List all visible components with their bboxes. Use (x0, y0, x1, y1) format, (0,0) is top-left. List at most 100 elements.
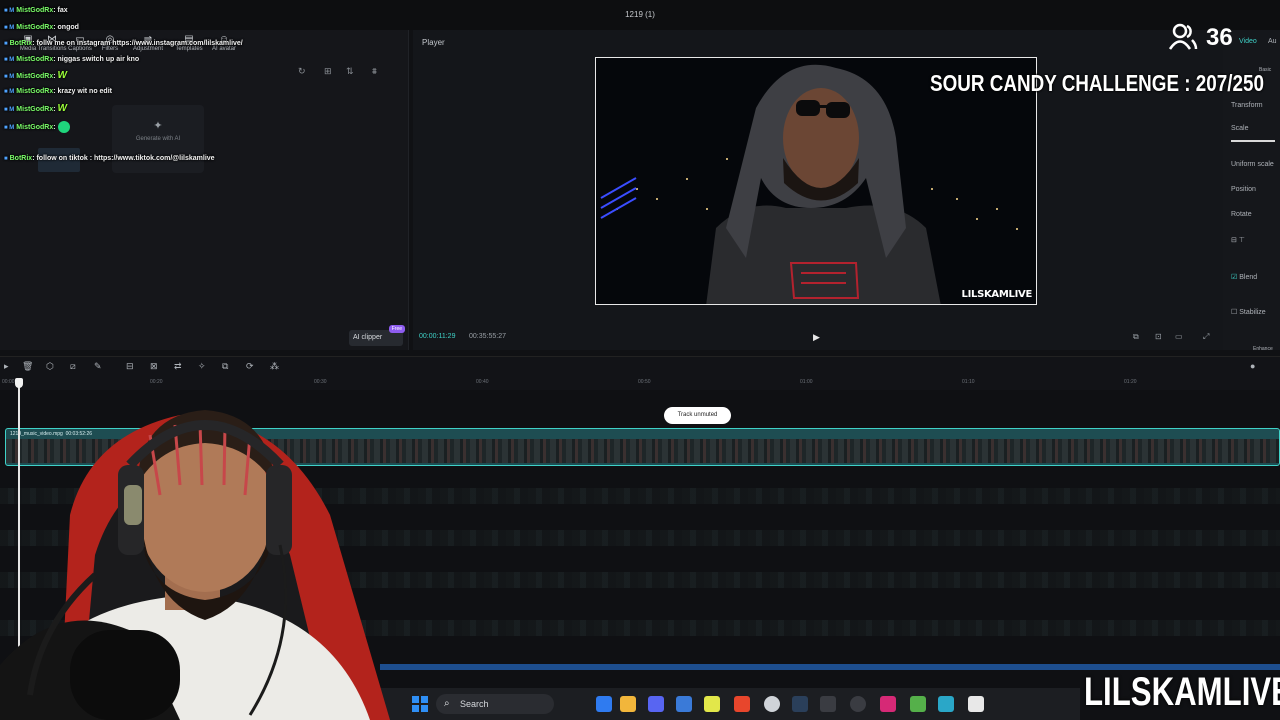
reverse-icon[interactable]: ⇄ (174, 361, 182, 372)
badge-icon: ■ M (4, 107, 15, 113)
notepad-icon[interactable] (938, 696, 954, 712)
chat-message: ■ M MistGodRx: niggas switch up air kno (4, 56, 140, 63)
chat-message: ■ BotRix: follow on tiktok : https://www.… (4, 155, 215, 162)
app-icon[interactable] (910, 696, 926, 712)
rotate-icon[interactable]: ⟳ (246, 361, 254, 372)
badge-icon: ■ (4, 41, 8, 47)
chat-message: ■ M MistGodRx: (4, 121, 70, 133)
chat-message: ■ M MistGodRx: W (4, 70, 67, 81)
ratio-icon[interactable]: ▭ (1175, 332, 1183, 341)
scale-label: Scale (1231, 125, 1249, 132)
mirror-icon[interactable]: ⧉ (222, 361, 228, 372)
capcut-icon[interactable] (968, 696, 984, 712)
discord-icon[interactable] (648, 696, 664, 712)
ruler-tick: 00:00 (2, 379, 15, 385)
badge-icon: ■ M (4, 25, 15, 31)
enhance-label: Enhance (1253, 346, 1273, 352)
rotate-label: Rotate (1231, 211, 1252, 218)
fullscreen-preview-icon[interactable]: ⧉ (1133, 332, 1139, 342)
sort-icon[interactable]: ⇅ (346, 66, 354, 77)
tab-video[interactable]: Video (1239, 38, 1257, 45)
chat-message: ■ M MistGodRx: krazy wit no edit (4, 88, 112, 95)
marker-icon[interactable]: ⬡ (46, 361, 54, 372)
badge-icon: ■ M (4, 57, 15, 63)
ruler-tick: 01:20 (1124, 379, 1137, 385)
microphone-icon[interactable]: ● (1250, 361, 1255, 371)
transform-label: Transform (1231, 102, 1263, 109)
tab-audio[interactable]: Au (1268, 38, 1277, 45)
steam-icon[interactable] (792, 696, 808, 712)
w-emote: W (57, 70, 67, 81)
video-watermark: LILSKAMLIVE (961, 289, 1033, 300)
ruler-tick: 00:30 (314, 379, 327, 385)
playhead-handle[interactable] (15, 378, 23, 388)
select-icon[interactable]: ▸ (4, 361, 9, 372)
grid-view-icon[interactable]: ⊞ (324, 66, 332, 77)
more-icon[interactable]: ⁂ (270, 361, 279, 372)
viewer-count-number: 36 (1206, 24, 1233, 51)
position-label: Position (1231, 186, 1256, 193)
badge-icon: ■ M (4, 89, 15, 95)
align-icon[interactable]: ⊟ ⊤ (1231, 236, 1245, 244)
chat-message: ■ M MistGodRx: fax (4, 7, 68, 14)
track-unmuted-toast: Track unmuted (664, 407, 731, 424)
player-title: Player (422, 38, 445, 47)
crop-icon[interactable]: ⧄ (70, 361, 76, 372)
badge-icon: ■ M (4, 8, 15, 14)
taskbar: ⌕ Search (380, 688, 1080, 720)
scale-slider[interactable] (1231, 140, 1275, 142)
viewers-icon (1168, 23, 1198, 50)
magic-icon[interactable]: ✧ (198, 361, 206, 372)
checkbox-icon: ☑ (1231, 274, 1238, 281)
ruler-tick: 01:00 (800, 379, 813, 385)
play-button[interactable]: ▶ (813, 332, 820, 343)
uniform-scale-label: Uniform scale (1231, 161, 1274, 168)
viewer-count: 36 (1168, 22, 1233, 56)
windows-start-icon[interactable] (412, 696, 428, 712)
ai-clipper-button[interactable]: AI clipper Free (349, 325, 405, 346)
chat-message: ■ M MistGodRx: ongod (4, 24, 79, 31)
expand-icon[interactable]: ⤢ (1203, 332, 1209, 342)
ai-clipper-label: AI clipper (353, 334, 383, 341)
badge-icon: ■ (4, 156, 8, 162)
4k-icon[interactable] (850, 696, 866, 712)
ruler-tick: 00:50 (638, 379, 651, 385)
timeline-toolbar: ▸ 🗑︎ ⬡ ⧄ ✎ ⊟ ⊠ ⇄ ✧ ⧉ ⟳ ⁂ ● (0, 356, 1280, 376)
freeze-icon[interactable]: ⊠ (150, 361, 158, 372)
current-time: 00:00:11:29 (419, 333, 456, 340)
challenge-counter: SOUR CANDY CHALLENGE : 207/250 (930, 70, 1264, 96)
copilot-icon[interactable] (596, 696, 612, 712)
store-icon[interactable] (676, 696, 692, 712)
brave-icon[interactable] (734, 696, 750, 712)
badge-icon: ■ M (4, 74, 15, 80)
stream-chat: ■ M MistGodRx: fax ■ M MistGodRx: ongod ■ B… (0, 4, 300, 174)
instagram-icon[interactable] (880, 696, 896, 712)
app-icon[interactable] (704, 696, 720, 712)
taskbar-search[interactable]: ⌕ Search (436, 694, 554, 714)
badge-icon: ■ M (4, 124, 15, 131)
stabilize-checkbox[interactable]: ☐ Stabilize (1231, 308, 1266, 316)
mask-icon[interactable]: ✎ (94, 361, 102, 372)
face-emote-icon (57, 121, 70, 133)
webcam-image (0, 410, 390, 720)
chat-message: ■ BotRix: follw me on instagram https://w… (4, 40, 243, 47)
webcam-feed (0, 395, 392, 720)
chrome-icon[interactable] (764, 696, 780, 712)
free-badge: Free (388, 325, 405, 333)
delete-icon[interactable]: 🗑︎ (22, 361, 33, 372)
split-icon[interactable]: ⊟ (126, 361, 134, 372)
ruler-tick: 01:10 (962, 379, 975, 385)
streamer-brand: LILSKAMLIVE (1084, 670, 1280, 714)
file-explorer-icon[interactable] (620, 696, 636, 712)
filter-dropdown-icon[interactable]: ⩩ (372, 66, 377, 77)
zoom-icon[interactable]: ⊡ (1155, 332, 1162, 341)
blend-checkbox[interactable]: ☑ Blend (1231, 273, 1257, 281)
screen: 1219 (1) ▣ Media ⋈ Transitions ▭ Captions ◎… (0, 0, 1280, 720)
w-emote: W (57, 103, 67, 114)
chat-message: ■ M MistGodRx: W (4, 103, 67, 114)
app-icon[interactable] (820, 696, 836, 712)
total-duration: 00:35:55:27 (469, 333, 506, 340)
ruler-tick: 00:40 (476, 379, 489, 385)
timeline-ruler[interactable]: 00:00 00:20 00:30 00:40 00:50 01:00 01:1… (0, 376, 1280, 390)
ruler-tick: 00:20 (150, 379, 163, 385)
